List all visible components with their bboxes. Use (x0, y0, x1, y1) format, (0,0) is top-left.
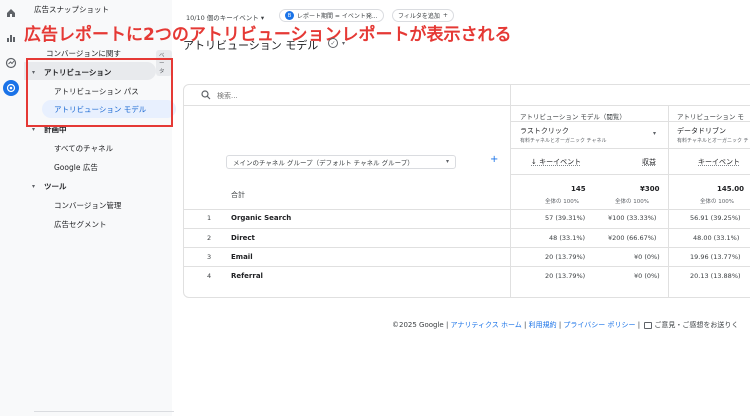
row-cell: ¥0 (0%) (634, 272, 660, 280)
chevron-down-icon[interactable]: ▾ (342, 40, 345, 47)
total-value: 145 (571, 185, 586, 193)
divider (668, 121, 750, 122)
total-percent: 全体の 100% (615, 199, 649, 205)
report-period-icon: B (285, 11, 294, 20)
footer-link-analytics-home[interactable]: アナリティクス ホーム (451, 321, 522, 329)
chevron-down-icon[interactable]: ▾ (32, 183, 35, 190)
total-percent: 全体の 100% (545, 199, 579, 205)
row-channel: Referral (231, 272, 263, 280)
row-index: 4 (207, 272, 212, 280)
advertising-icon[interactable] (3, 80, 19, 96)
total-percent: 全体の 100% (700, 199, 734, 205)
row-cell: 20 (13.79%) (545, 272, 586, 280)
footer-separator: | (521, 321, 529, 329)
divider (510, 148, 750, 149)
footer-separator: | (635, 321, 643, 329)
total-value: 145.00 (717, 185, 745, 193)
sidebar-item-conversion-management[interactable]: コンバージョン管理 (54, 200, 121, 211)
model-selector-data-driven[interactable]: データドリブン (677, 126, 726, 136)
model-group-heading: アトリビューション モデル（閲覧） (520, 113, 626, 121)
row-cell: 20.13 (13.88%) (690, 272, 741, 280)
chevron-down-icon[interactable]: ▾ (653, 130, 656, 137)
column-divider (668, 105, 669, 298)
add-filter-label: フィルタを追加 (398, 13, 440, 20)
row-cell: ¥100 (33.33%) (608, 214, 657, 222)
footer: ©2025 Google | アナリティクス ホーム | 利用規約 | プライバ… (392, 320, 738, 330)
row-index: 1 (207, 214, 212, 222)
row-channel: Direct (231, 234, 255, 242)
highlight-box (26, 58, 173, 127)
model-selector-last-click[interactable]: ラストクリック (520, 126, 569, 136)
row-channel: Organic Search (231, 214, 292, 222)
sidebar-divider (34, 411, 174, 412)
divider (183, 247, 750, 248)
sidebar-item-google-ads[interactable]: Google 広告 (54, 162, 98, 173)
footer-link-privacy[interactable]: プライバシー ポリシー (563, 321, 635, 329)
divider (183, 228, 750, 229)
row-cell: 19.96 (13.77%) (690, 253, 741, 261)
divider (183, 105, 750, 106)
model-subtitle: 有料チャネルとオーガニック チ (677, 138, 749, 144)
total-label: 合計 (231, 191, 245, 199)
row-cell: 48 (33.1%) (549, 234, 586, 242)
trend-icon[interactable] (4, 56, 18, 70)
divider (510, 121, 668, 122)
footer-feedback[interactable]: ご意見・ご感想をお送りく (654, 321, 738, 329)
page-title: アトリビューション モデル (183, 39, 319, 52)
metric-revenue[interactable]: 収益 (642, 157, 656, 167)
check-circle-icon[interactable]: ✓ (328, 38, 338, 48)
metric-key-events[interactable]: キーイベント (698, 157, 740, 167)
sidebar-item-all-channels[interactable]: すべてのチャネル (54, 143, 113, 154)
row-cell: 20 (13.79%) (545, 253, 586, 261)
footer-link-terms[interactable]: 利用規約 (529, 321, 557, 329)
model-subtitle: 有料チャネルとオーガニック チャネル (520, 138, 607, 144)
row-index: 3 (207, 253, 212, 261)
sidebar-item-ad-snapshot[interactable]: 広告スナップショット (34, 4, 109, 15)
metric-key-events-sorted[interactable]: ↓ キーイベント (531, 157, 581, 167)
row-cell: 56.91 (39.25%) (690, 214, 741, 222)
left-nav-rail (0, 0, 22, 416)
bar-chart-icon[interactable] (4, 31, 18, 45)
footer-copyright: ©2025 Google | (392, 321, 451, 329)
sidebar-item-ad-segments[interactable]: 広告セグメント (54, 219, 107, 230)
dimension-select-label: メインのチャネル グループ（デフォルト チャネル グループ） (233, 159, 414, 167)
model-group-heading: アトリビューション モ (677, 113, 744, 121)
home-icon[interactable] (4, 6, 18, 20)
row-channel: Email (231, 253, 253, 261)
search-input[interactable] (217, 90, 317, 102)
row-cell: ¥200 (66.67%) (608, 234, 657, 242)
divider (183, 266, 750, 267)
total-value: ¥300 (640, 185, 660, 193)
dimension-select[interactable]: メインのチャネル グループ（デフォルト チャネル グループ） ▾ (226, 155, 456, 169)
row-cell: 48.00 (33.1%) (693, 234, 740, 242)
row-cell: 57 (39.31%) (545, 214, 586, 222)
add-dimension-button[interactable]: + (490, 154, 498, 165)
search-icon (201, 90, 211, 100)
chevron-down-icon[interactable]: ▾ (32, 126, 35, 133)
divider (510, 174, 750, 175)
feedback-icon[interactable] (644, 321, 653, 329)
chevron-down-icon: ▾ (445, 158, 449, 165)
divider (183, 209, 750, 210)
row-cell: ¥0 (0%) (634, 253, 660, 261)
sidebar-section-tools[interactable]: ツール (44, 181, 67, 192)
plus-icon: + (442, 12, 448, 19)
report-period-label: レポート期間 = イベント発... (297, 13, 378, 20)
row-index: 2 (207, 234, 212, 242)
